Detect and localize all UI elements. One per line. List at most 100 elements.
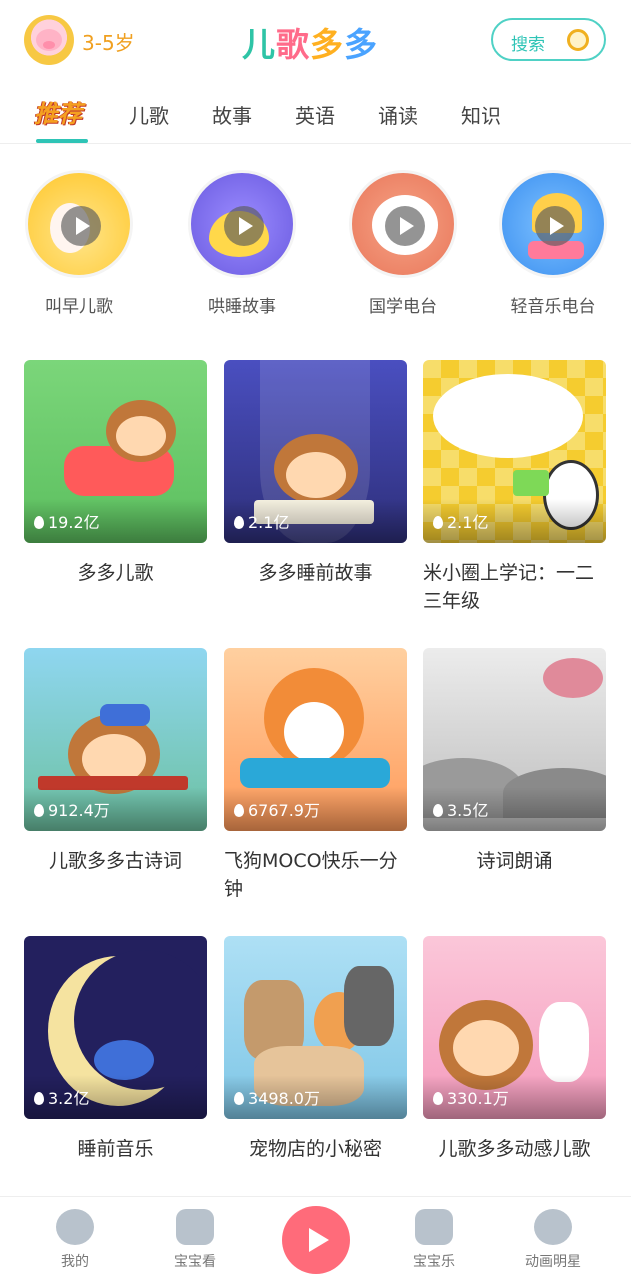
play-count-value: 2.1亿 bbox=[447, 513, 489, 532]
tab-knowledge[interactable]: 知识 bbox=[461, 100, 501, 129]
album-title: 睡前音乐 bbox=[77, 1138, 154, 1160]
play-count-value: 3.2亿 bbox=[48, 1089, 90, 1108]
album-card[interactable]: 330.1万 儿歌多多动感儿歌 bbox=[423, 936, 606, 1163]
album-cover: 3498.0万 bbox=[224, 936, 407, 1119]
play-count-value: 912.4万 bbox=[48, 801, 110, 820]
tab-recommend[interactable]: 推荐 bbox=[34, 94, 82, 129]
logo-char: 歌 bbox=[276, 25, 310, 64]
play-icon bbox=[385, 206, 425, 246]
album-card[interactable]: 6767.9万 飞狗MOCO快乐一分钟 bbox=[224, 648, 407, 903]
album-title: 宠物店的小秘密 bbox=[248, 1138, 382, 1160]
album-title: 诗词朗诵 bbox=[476, 850, 553, 872]
radio-label: 哄睡故事 bbox=[208, 297, 276, 317]
avatar[interactable] bbox=[24, 15, 74, 65]
play-count: 19.2亿 bbox=[34, 509, 100, 533]
megaphone-illustration bbox=[513, 470, 549, 496]
radio-cover bbox=[499, 170, 607, 278]
play-count: 2.1亿 bbox=[433, 509, 488, 533]
radio-cover bbox=[349, 170, 457, 278]
age-selector[interactable]: 3-5岁 bbox=[82, 27, 135, 56]
nav-item-watch[interactable]: 宝宝看 bbox=[150, 1209, 240, 1271]
radio-cover bbox=[188, 170, 296, 278]
play-count-value: 2.1亿 bbox=[248, 513, 290, 532]
nav-item-mine[interactable]: 我的 bbox=[30, 1209, 120, 1271]
album-cover: 2.1亿 bbox=[423, 360, 606, 543]
album-title: 多多睡前故事 bbox=[258, 562, 373, 584]
flame-icon bbox=[433, 516, 443, 529]
tab-english[interactable]: 英语 bbox=[295, 100, 335, 129]
radio-label: 叫早儿歌 bbox=[45, 297, 113, 317]
play-count: 6767.9万 bbox=[234, 797, 320, 821]
flame-icon bbox=[34, 516, 44, 529]
search-label: 搜索 bbox=[511, 35, 545, 55]
play-count: 2.1亿 bbox=[234, 509, 289, 533]
nav-item-stars[interactable]: 动画明星 bbox=[508, 1209, 598, 1271]
moco-title-art bbox=[240, 758, 390, 788]
album-card[interactable]: 2.1亿 多多睡前故事 bbox=[224, 360, 407, 587]
album-title: 多多儿歌 bbox=[77, 562, 154, 584]
play-count: 3498.0万 bbox=[234, 1085, 320, 1109]
radio-cover bbox=[25, 170, 133, 278]
nav-label: 宝宝乐 bbox=[413, 1254, 455, 1270]
tab-stories[interactable]: 故事 bbox=[212, 100, 252, 129]
app-header: 3-5岁 儿歌多多 搜索 bbox=[0, 0, 631, 82]
radio-sleep-stories[interactable]: 哄睡故事 bbox=[187, 170, 297, 317]
play-icon bbox=[224, 206, 264, 246]
flame-icon bbox=[234, 1092, 244, 1105]
play-icon bbox=[535, 206, 575, 246]
album-cover: 912.4万 bbox=[24, 648, 207, 831]
play-count: 330.1万 bbox=[433, 1085, 509, 1109]
flame-icon bbox=[34, 1092, 44, 1105]
play-icon bbox=[61, 206, 101, 246]
radio-classics[interactable]: 国学电台 bbox=[348, 170, 458, 317]
radio-light-music[interactable]: 轻音乐电台 bbox=[498, 170, 608, 317]
album-title: 米小圈上学记：一二三年级 bbox=[423, 562, 595, 612]
bunny-illustration bbox=[539, 1002, 589, 1082]
flame-icon bbox=[234, 804, 244, 817]
album-card[interactable]: 2.1亿 米小圈上学记：一二三年级 bbox=[423, 360, 606, 615]
search-button[interactable]: 搜索 bbox=[491, 18, 606, 61]
album-title: 儿歌多多古诗词 bbox=[48, 850, 182, 872]
flame-icon bbox=[433, 804, 443, 817]
album-title: 儿歌多多动感儿歌 bbox=[438, 1138, 591, 1160]
app-logo: 儿歌多多 bbox=[242, 18, 378, 66]
radio-label: 轻音乐电台 bbox=[510, 297, 596, 317]
category-tabs: 推荐 儿歌 故事 英语 诵读 知识 bbox=[0, 88, 631, 144]
speech-bubble bbox=[433, 374, 583, 458]
album-card[interactable]: 912.4万 儿歌多多古诗词 bbox=[24, 648, 207, 875]
nav-label: 动画明星 bbox=[525, 1254, 581, 1270]
play-count: 3.5亿 bbox=[433, 797, 488, 821]
logo-char: 儿 bbox=[242, 25, 276, 64]
puzzle-icon bbox=[415, 1209, 453, 1245]
album-card[interactable]: 3.5亿 诗词朗诵 bbox=[423, 648, 606, 875]
play-button[interactable] bbox=[282, 1206, 350, 1274]
sleeping-monkey-illustration bbox=[94, 1040, 154, 1080]
corgi-face bbox=[284, 702, 344, 762]
flame-icon bbox=[234, 516, 244, 529]
album-cover: 19.2亿 bbox=[24, 360, 207, 543]
nav-label: 宝宝看 bbox=[174, 1254, 216, 1270]
album-cover: 3.2亿 bbox=[24, 936, 207, 1119]
hat-illustration bbox=[100, 704, 150, 726]
album-card[interactable]: 3498.0万 宠物店的小秘密 bbox=[224, 936, 407, 1163]
flame-icon bbox=[34, 804, 44, 817]
play-count-value: 19.2亿 bbox=[48, 513, 100, 532]
tab-songs[interactable]: 儿歌 bbox=[129, 100, 169, 129]
radio-morning-songs[interactable]: 叫早儿歌 bbox=[24, 170, 134, 317]
logo-char: 多 bbox=[310, 25, 344, 64]
album-cover: 330.1万 bbox=[423, 936, 606, 1119]
play-count-value: 3498.0万 bbox=[248, 1089, 320, 1108]
active-tab-indicator bbox=[36, 139, 88, 143]
logo-char: 多 bbox=[344, 25, 378, 64]
nav-item-play[interactable]: 宝宝乐 bbox=[389, 1209, 479, 1271]
play-count-value: 330.1万 bbox=[447, 1089, 509, 1108]
flame-icon bbox=[433, 1092, 443, 1105]
album-card[interactable]: 19.2亿 多多儿歌 bbox=[24, 360, 207, 587]
pig-snout-icon bbox=[43, 41, 55, 49]
radio-label: 国学电台 bbox=[369, 297, 437, 317]
star-bear-icon bbox=[534, 1209, 572, 1245]
tab-recitation[interactable]: 诵读 bbox=[378, 100, 418, 129]
album-card[interactable]: 3.2亿 睡前音乐 bbox=[24, 936, 207, 1163]
nav-label: 我的 bbox=[61, 1254, 89, 1270]
play-count: 912.4万 bbox=[34, 797, 110, 821]
